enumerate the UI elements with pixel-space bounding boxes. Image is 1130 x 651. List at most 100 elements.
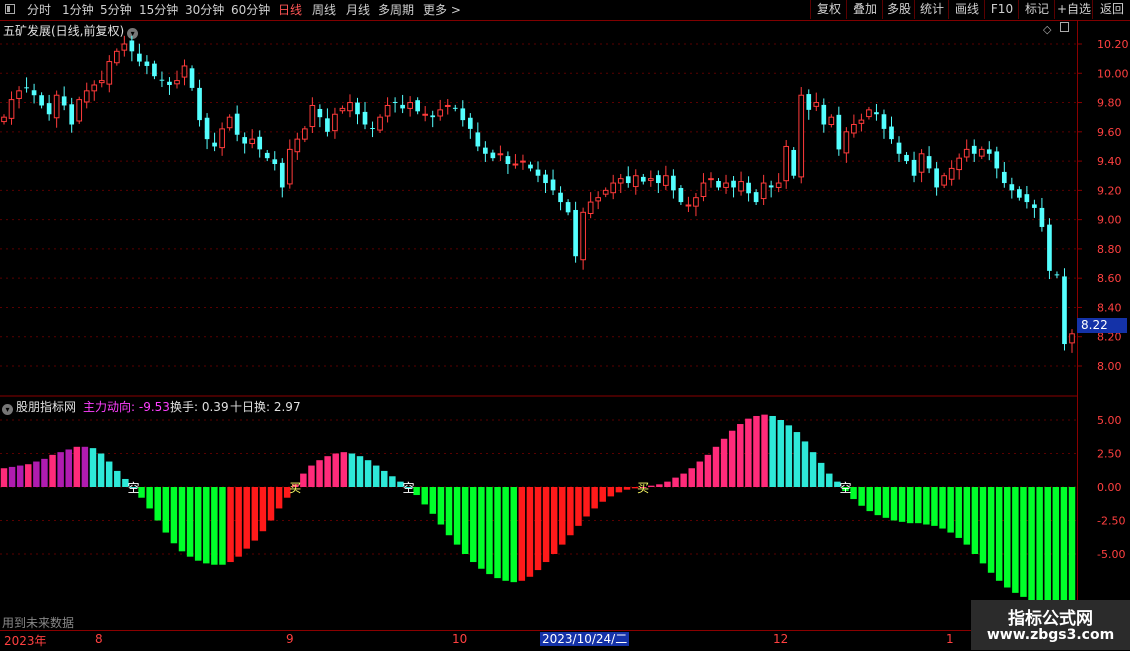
indicator-bar: [882, 487, 890, 518]
candle-body: [858, 119, 865, 124]
indicator-bar: [656, 484, 663, 487]
indicator-bar: [178, 487, 186, 552]
watermark: 指标公式网 www.zbgs3.com: [971, 600, 1130, 650]
candle-body: [520, 160, 526, 163]
date-axis: 2023年 8 9 10 12 1 2023/10/24/二: [0, 630, 1130, 651]
indicator-bar: [591, 487, 598, 509]
indicator-bar: [955, 487, 962, 538]
candle-body: [355, 102, 360, 115]
price-axis-label: 9.80: [1097, 97, 1122, 110]
indicator-bar: [777, 420, 784, 487]
date-tick-aug: 8: [95, 632, 103, 646]
candle-body: [881, 114, 887, 129]
candle-body: [632, 175, 639, 188]
candle-body: [460, 108, 466, 121]
candle-body: [647, 178, 654, 181]
candle-body: [994, 151, 1000, 169]
indicator-bar: [1012, 487, 1019, 593]
candle-body: [325, 118, 330, 132]
indicator-bar: [599, 487, 606, 502]
candle-body: [580, 211, 586, 261]
candle-body: [91, 84, 98, 92]
indicator-bar: [186, 487, 194, 557]
indicator-bar: [720, 438, 728, 487]
indicator-bar: [550, 487, 558, 554]
indicator-axis-label: 2.50: [1097, 448, 1122, 461]
candle-body: [242, 137, 248, 144]
indicator-axis-label: 5.00: [1097, 414, 1122, 427]
candle-body: [272, 159, 278, 165]
candle-body: [129, 40, 135, 52]
indicator-bar: [65, 449, 72, 487]
indicator-axis-label: -5.00: [1097, 548, 1125, 561]
indicator-bar: [664, 481, 671, 487]
candle-body: [437, 109, 444, 117]
candle-body: [197, 87, 202, 121]
indicator-bar: [1004, 487, 1011, 588]
candle-body: [483, 147, 488, 154]
candle-body: [573, 209, 578, 257]
candle-body: [46, 103, 52, 115]
signal-marker: 买: [637, 481, 649, 495]
candle-body: [490, 152, 496, 159]
indicator-bar: [105, 461, 113, 487]
candle-body: [302, 128, 308, 140]
candle-body: [685, 204, 692, 207]
indicator-bar: [906, 487, 914, 524]
candle-body: [53, 94, 60, 119]
indicator-bar: [259, 487, 267, 532]
candle-body: [896, 142, 902, 154]
price-axis-label: 9.40: [1097, 155, 1122, 168]
candle-body: [1054, 274, 1060, 276]
candle-body: [918, 153, 925, 173]
indicator-bar: [890, 487, 898, 521]
indicator-bar: [1060, 487, 1068, 615]
candle-body: [753, 192, 759, 203]
candle-body: [911, 159, 917, 176]
indicator-bar: [801, 441, 809, 487]
candle-body: [948, 167, 955, 180]
indicator-bar: [793, 432, 801, 487]
indicator-bar: [1028, 487, 1035, 601]
indicator-bar: [1068, 487, 1076, 615]
candle-body: [610, 182, 617, 194]
indicator-bar: [316, 460, 323, 487]
candle-body: [843, 131, 850, 154]
indicator-bar: [623, 487, 631, 490]
selected-date[interactable]: 2023/10/24/二: [540, 632, 630, 646]
indicator-bar: [478, 487, 485, 569]
candle-body: [144, 61, 150, 66]
indicator-bar: [154, 487, 161, 521]
indicator-bar: [243, 487, 250, 549]
candle-body: [212, 142, 217, 147]
indicator-bar: [25, 464, 32, 487]
date-tick-sep: 9: [286, 632, 294, 646]
candle-body: [550, 179, 556, 191]
indicator-bar: [251, 487, 259, 541]
indicator-bar: [939, 487, 946, 529]
indicator-bar: [923, 487, 930, 525]
candle-body: [640, 176, 646, 182]
candle-body: [821, 104, 827, 125]
candle-body: [708, 178, 714, 181]
candle-body: [249, 138, 256, 145]
candle-body: [121, 43, 128, 51]
price-axis-label: 9.60: [1097, 126, 1122, 139]
indicator-bar: [947, 487, 954, 533]
indicator-bar: [704, 454, 712, 487]
price-axis-label: 8.40: [1097, 301, 1122, 314]
indicator-bar: [41, 458, 48, 487]
indicator-bar: [0, 468, 8, 487]
indicator-bar: [518, 487, 526, 581]
price-axis-label: 9.00: [1097, 214, 1122, 227]
indicator-bar: [898, 487, 906, 522]
candle-body: [1069, 333, 1075, 344]
candle-body: [317, 108, 323, 118]
candle-body: [565, 202, 571, 213]
indicator-bar: [761, 414, 768, 487]
candle-body: [332, 113, 338, 132]
indicator-bar: [1052, 487, 1060, 612]
candle-body: [430, 115, 436, 118]
candle-body: [98, 80, 105, 84]
candle-body: [512, 163, 519, 166]
